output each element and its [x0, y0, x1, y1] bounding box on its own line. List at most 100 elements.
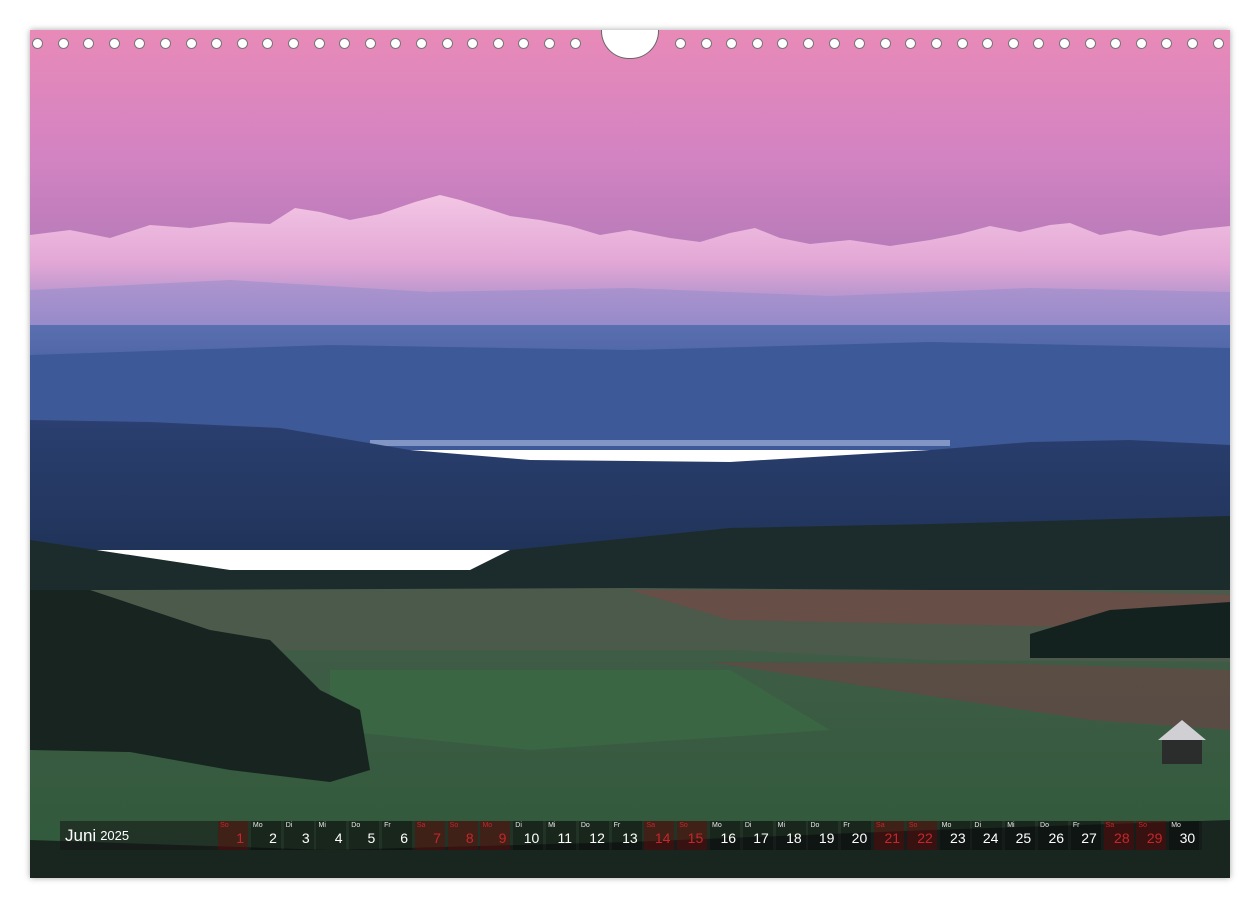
binding-hole: [675, 38, 686, 49]
day-number: 16: [720, 830, 737, 846]
day-abbr: Mi: [548, 822, 556, 829]
day-number: 30: [1179, 830, 1196, 846]
binding-hole: [185, 38, 197, 49]
day-abbr: Fr: [613, 822, 621, 829]
day-cells: So 1 Mo 2 Di 3 Mi 4 Do 5 Fr 6 Sa 7 So 8 Mo 9 Di 10 Mi 11 Do 12 F…: [218, 821, 1202, 850]
day-cell: Di 24: [972, 821, 1003, 850]
day-cell: Do 19: [808, 821, 839, 850]
binding-hole: [1110, 38, 1122, 49]
binding-hole: [364, 38, 376, 49]
binding-hole: [879, 38, 891, 49]
day-cell: So 8: [447, 821, 478, 850]
day-abbr: Mo: [1171, 822, 1181, 829]
binding-hole: [211, 38, 223, 49]
day-number: 2: [269, 830, 277, 846]
day-number: 25: [1015, 830, 1032, 846]
day-cell: Fr 20: [841, 821, 872, 850]
day-number: 17: [753, 830, 769, 846]
binding-hole: [518, 38, 530, 49]
binding-hole: [339, 38, 351, 49]
day-number: 12: [589, 830, 605, 846]
binding-hole: [726, 38, 738, 49]
day-abbr: Di: [515, 822, 522, 829]
spiral-binding: [30, 30, 1230, 59]
day-abbr: Sa: [1105, 822, 1115, 829]
landscape-photo: [30, 30, 1230, 878]
day-cell: Mi 4: [316, 821, 347, 850]
day-abbr: Di: [285, 822, 293, 829]
day-cell: Di 17: [742, 821, 773, 850]
day-number: 10: [523, 830, 540, 846]
calendar-strip: Juni 2025 So 1 Mo 2 Di 3 Mi 4 Do 5 Fr 6 Sa 7 So 8 Mo 9 Di 1…: [60, 821, 1202, 850]
day-number: 15: [687, 830, 704, 846]
day-number: 22: [917, 830, 933, 846]
binding-hole: [236, 38, 248, 49]
binding-hole: [803, 38, 814, 49]
day-abbr: Mi: [777, 822, 786, 829]
binding-hole: [262, 38, 274, 49]
day-abbr: Sa: [646, 822, 656, 829]
day-cell: So 15: [677, 821, 708, 850]
day-number: 29: [1146, 830, 1163, 846]
binding-hole: [905, 38, 917, 49]
day-cell: Di 3: [283, 821, 314, 850]
day-abbr: Do: [351, 822, 361, 829]
day-number: 27: [1081, 830, 1097, 846]
day-abbr: Fr: [384, 822, 391, 829]
binding-hole: [160, 38, 171, 49]
binding-hole: [441, 38, 453, 49]
binding-hole: [32, 38, 43, 49]
day-cell: Do 5: [349, 821, 380, 850]
day-abbr: Mo: [252, 822, 263, 829]
day-number: 13: [622, 830, 638, 846]
day-abbr: Mo: [712, 822, 722, 829]
binding-hole: [1084, 38, 1096, 49]
month-name: Juni: [65, 825, 97, 845]
day-abbr: So: [908, 822, 918, 829]
day-abbr: Mo: [482, 822, 493, 829]
binding-hole: [57, 38, 69, 49]
day-cell: Mi 18: [775, 821, 806, 850]
binding-hole: [467, 38, 479, 49]
day-number: 11: [557, 830, 573, 846]
day-abbr: Do: [580, 822, 590, 829]
day-abbr: Do: [810, 822, 820, 829]
binding-hole: [931, 38, 942, 49]
day-number: 18: [786, 830, 802, 846]
day-abbr: Sa: [416, 822, 426, 829]
day-abbr: Mo: [941, 822, 952, 829]
binding-hole: [288, 38, 299, 49]
binding-hole: [777, 38, 789, 49]
day-abbr: Fr: [843, 822, 850, 829]
day-abbr: Sa: [876, 822, 885, 829]
day-number: 1: [236, 830, 245, 846]
day-number: 28: [1114, 830, 1130, 846]
day-cell: Mo 23: [939, 821, 970, 850]
day-abbr: So: [220, 822, 229, 829]
day-cell: Mi 11: [546, 821, 577, 850]
day-number: 19: [818, 830, 835, 846]
day-number: 21: [884, 830, 901, 846]
binding-hole: [108, 38, 120, 49]
day-cell: So 22: [906, 821, 937, 850]
binding-hole: [1135, 38, 1147, 49]
farmhouse: [1162, 740, 1202, 764]
day-number: 23: [950, 830, 966, 846]
binding-hole: [134, 38, 146, 49]
binding-hole: [492, 38, 504, 49]
binding-hole: [416, 38, 427, 49]
day-cell: Fr 27: [1070, 821, 1101, 850]
day-cell: Sa 7: [414, 821, 445, 850]
day-number: 14: [654, 830, 671, 846]
binding-hole: [828, 38, 840, 49]
binding-hole: [700, 38, 712, 49]
day-number: 7: [433, 830, 441, 846]
day-cell: Sa 14: [644, 821, 675, 850]
binding-hole: [390, 38, 402, 49]
binding-hole: [1007, 38, 1019, 49]
day-number: 20: [851, 830, 868, 846]
day-cell: Mo 2: [250, 821, 281, 850]
day-number: 5: [367, 830, 376, 846]
binding-hole: [569, 38, 581, 49]
day-abbr: So: [449, 822, 459, 829]
